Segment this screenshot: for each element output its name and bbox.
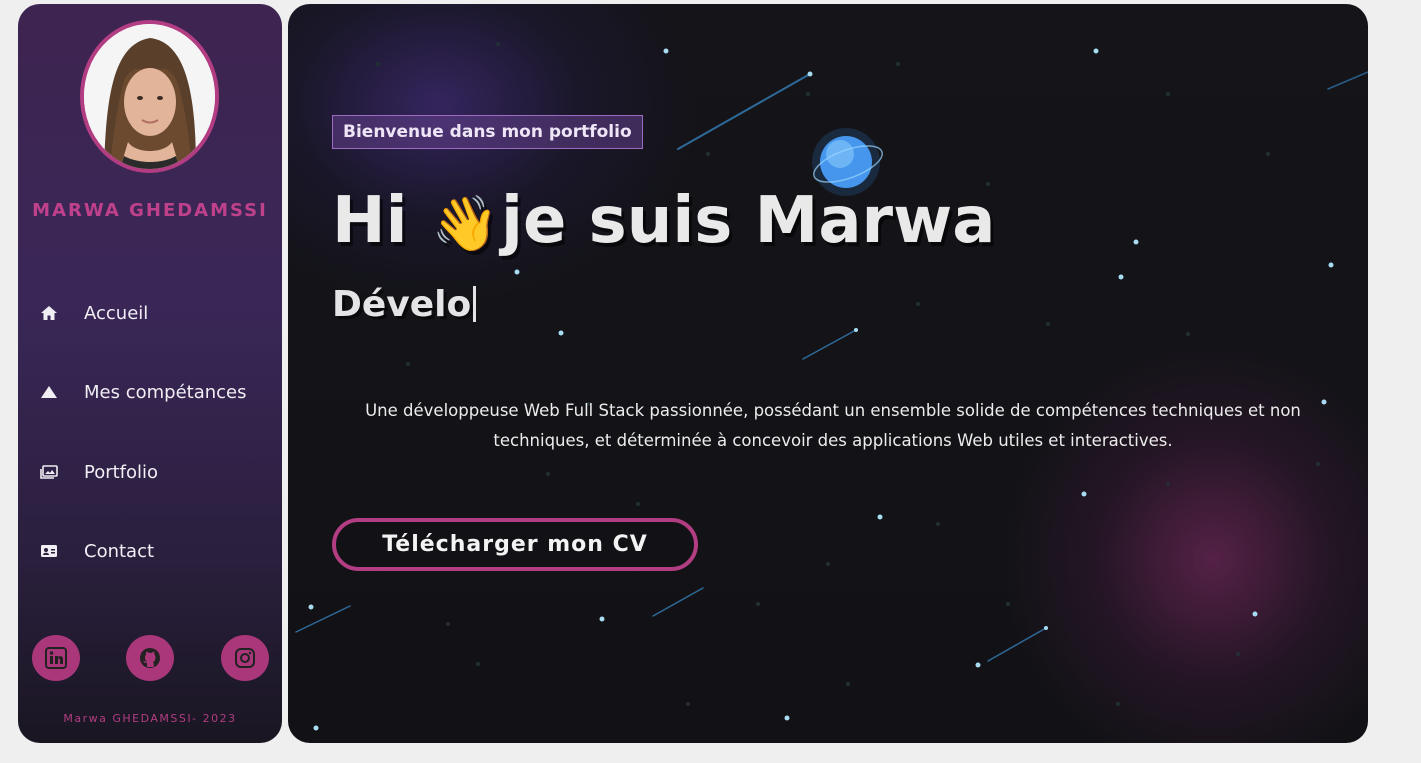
hero-description: Une développeuse Web Full Stack passionn… bbox=[365, 401, 1301, 450]
github-icon[interactable] bbox=[126, 635, 174, 681]
download-cv-button[interactable]: Télécharger mon CV bbox=[332, 518, 698, 571]
typing-text: Dévelo bbox=[332, 284, 477, 325]
nav-item-label: Portfolio bbox=[84, 461, 159, 483]
footer-copyright: Marwa GHEDAMSSI- 2023 bbox=[63, 712, 237, 725]
welcome-badge: Bienvenue dans mon portfolio bbox=[332, 115, 643, 149]
hero-greeting: Hi bbox=[332, 184, 408, 258]
nav-item-label: Accueil bbox=[84, 302, 149, 324]
home-icon bbox=[38, 302, 60, 324]
typing-text-value: Dévelo bbox=[332, 284, 472, 325]
instagram-icon[interactable] bbox=[221, 635, 269, 681]
image-icon bbox=[38, 461, 60, 483]
triangle-icon bbox=[38, 381, 60, 403]
hero-title-rest: je suis Marwa bbox=[501, 184, 996, 258]
social-links bbox=[18, 635, 282, 683]
nav-item-accueil[interactable]: Accueil bbox=[38, 298, 268, 328]
profile-name: MARWA GHEDAMSSI bbox=[32, 200, 268, 221]
contact-card-icon bbox=[38, 540, 60, 562]
nav-item-label: Contact bbox=[84, 540, 155, 562]
nav-item-portfolio[interactable]: Portfolio bbox=[38, 457, 268, 487]
sidebar: MARWA GHEDAMSSI Accueil Mes compétances … bbox=[18, 4, 282, 743]
avatar bbox=[80, 20, 219, 173]
typing-cursor bbox=[473, 286, 477, 322]
linkedin-icon[interactable] bbox=[32, 635, 80, 681]
nav-item-label: Mes compétances bbox=[84, 381, 247, 403]
profile-photo bbox=[84, 24, 215, 169]
hero-title: Hi 👋je suis Marwa bbox=[332, 184, 995, 258]
hero-section: Bienvenue dans mon portfolio Hi 👋je suis… bbox=[288, 4, 1368, 743]
nav-item-contact[interactable]: Contact bbox=[38, 536, 268, 566]
nav-item-competances[interactable]: Mes compétances bbox=[38, 377, 268, 407]
waving-hand-icon: 👋 bbox=[431, 192, 500, 255]
